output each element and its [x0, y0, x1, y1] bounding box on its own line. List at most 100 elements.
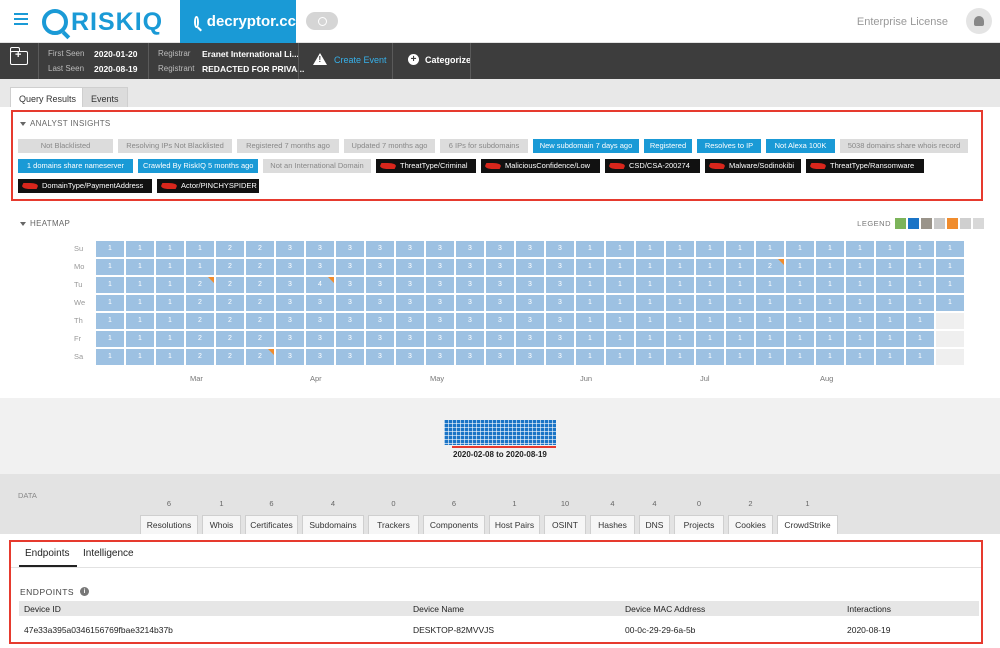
- heatmap-cell[interactable]: 3: [276, 295, 304, 311]
- heatmap-cell[interactable]: 1: [606, 313, 634, 329]
- search-tab[interactable]: decryptor.cc: [180, 0, 296, 43]
- data-tab-components[interactable]: Components: [423, 515, 485, 534]
- heatmap-cell[interactable]: 1: [126, 259, 154, 275]
- heatmap-cell[interactable]: 1: [696, 349, 724, 365]
- heatmap-cell[interactable]: 1: [906, 295, 934, 311]
- heatmap-cell[interactable]: 3: [486, 349, 514, 365]
- heatmap-cell[interactable]: 1: [156, 295, 184, 311]
- heatmap-cell[interactable]: 1: [786, 259, 814, 275]
- heatmap-cell[interactable]: 3: [276, 349, 304, 365]
- heatmap-cell[interactable]: 3: [456, 277, 484, 293]
- heatmap-cell[interactable]: 3: [396, 331, 424, 347]
- data-tab-hashes[interactable]: Hashes: [590, 515, 635, 534]
- column-header-device-id[interactable]: Device ID: [24, 604, 61, 614]
- heatmap-cell[interactable]: 1: [606, 277, 634, 293]
- heatmap-cell[interactable]: 1: [906, 313, 934, 329]
- heatmap-cell[interactable]: 2: [216, 349, 244, 365]
- timeline-minimap[interactable]: [444, 420, 556, 445]
- heatmap-cell[interactable]: 1: [96, 331, 124, 347]
- column-header-device-name[interactable]: Device Name: [413, 604, 464, 614]
- heatmap-cell[interactable]: 2: [186, 295, 214, 311]
- heatmap-cell[interactable]: 1: [666, 277, 694, 293]
- analyst-insights-title[interactable]: ANALYST INSIGHTS: [20, 119, 111, 128]
- heatmap-cell[interactable]: 3: [486, 331, 514, 347]
- heatmap-cell[interactable]: 3: [546, 313, 574, 329]
- column-header-mac-address[interactable]: Device MAC Address: [625, 604, 705, 614]
- heatmap-cell[interactable]: 1: [126, 277, 154, 293]
- heatmap-cell[interactable]: 1: [726, 259, 754, 275]
- heatmap-cell[interactable]: 3: [486, 295, 514, 311]
- heatmap-cell[interactable]: 1: [696, 277, 724, 293]
- insight-chip[interactable]: CSD/CSA-200274: [605, 159, 700, 173]
- menu-icon[interactable]: [14, 13, 28, 25]
- heatmap-cell[interactable]: 2: [216, 241, 244, 257]
- heatmap-cell[interactable]: 1: [726, 349, 754, 365]
- heatmap-cell[interactable]: 3: [336, 241, 364, 257]
- heatmap-cell[interactable]: 1: [666, 295, 694, 311]
- insight-chip[interactable]: ThreatType/Ransomware: [806, 159, 924, 173]
- heatmap-cell[interactable]: 1: [636, 313, 664, 329]
- tab-events[interactable]: Events: [82, 87, 128, 107]
- heatmap-cell[interactable]: 1: [156, 241, 184, 257]
- heatmap-cell[interactable]: 3: [276, 241, 304, 257]
- heatmap-cell[interactable]: 3: [336, 331, 364, 347]
- heatmap-cell[interactable]: 1: [816, 295, 844, 311]
- data-tab-trackers[interactable]: Trackers: [368, 515, 419, 534]
- heatmap-cell[interactable]: 2: [186, 277, 214, 293]
- heatmap-cell[interactable]: 1: [726, 313, 754, 329]
- heatmap-cell[interactable]: 1: [96, 259, 124, 275]
- heatmap-cell[interactable]: 1: [876, 313, 904, 329]
- heatmap-cell[interactable]: 3: [336, 313, 364, 329]
- heatmap-cell[interactable]: 1: [636, 295, 664, 311]
- heatmap-cell[interactable]: 1: [126, 349, 154, 365]
- heatmap-cell[interactable]: 3: [396, 259, 424, 275]
- history-button[interactable]: [306, 12, 338, 30]
- heatmap-cell[interactable]: 1: [666, 313, 694, 329]
- data-tab-subdomains[interactable]: Subdomains: [302, 515, 364, 534]
- heatmap-cell[interactable]: 2: [246, 277, 274, 293]
- heatmap-cell[interactable]: 2: [246, 331, 274, 347]
- heatmap-cell[interactable]: 3: [426, 277, 454, 293]
- heatmap-cell[interactable]: 1: [96, 349, 124, 365]
- heatmap-cell[interactable]: 3: [396, 241, 424, 257]
- subtab-endpoints[interactable]: Endpoints: [25, 548, 69, 559]
- heatmap-cell[interactable]: 1: [816, 259, 844, 275]
- heatmap-cell[interactable]: 3: [516, 295, 544, 311]
- heatmap-cell[interactable]: 3: [516, 259, 544, 275]
- heatmap-cell[interactable]: 1: [876, 259, 904, 275]
- heatmap-cell[interactable]: 1: [696, 241, 724, 257]
- heatmap-cell[interactable]: 1: [606, 331, 634, 347]
- heatmap-cell[interactable]: 3: [336, 295, 364, 311]
- heatmap-cell[interactable]: 1: [846, 295, 874, 311]
- heatmap-cell[interactable]: 3: [456, 241, 484, 257]
- heatmap-cell[interactable]: 3: [516, 349, 544, 365]
- heatmap-cell[interactable]: 1: [906, 331, 934, 347]
- heatmap-cell[interactable]: 3: [306, 241, 334, 257]
- heatmap-cell[interactable]: 3: [306, 259, 334, 275]
- heatmap-cell[interactable]: 1: [636, 331, 664, 347]
- heatmap-cell[interactable]: 1: [936, 259, 964, 275]
- heatmap-cell[interactable]: 1: [816, 313, 844, 329]
- data-tab-projects[interactable]: Projects: [674, 515, 724, 534]
- heatmap-cell[interactable]: 2: [216, 331, 244, 347]
- heatmap-cell[interactable]: 1: [846, 241, 874, 257]
- heatmap-cell[interactable]: 1: [756, 349, 784, 365]
- heatmap-cell[interactable]: 1: [156, 277, 184, 293]
- heatmap-cell[interactable]: 3: [336, 259, 364, 275]
- heatmap-cell[interactable]: 1: [876, 349, 904, 365]
- heatmap-cell[interactable]: 1: [576, 295, 604, 311]
- heatmap-cell[interactable]: 1: [96, 277, 124, 293]
- heatmap-cell[interactable]: 1: [936, 241, 964, 257]
- heatmap-cell[interactable]: 1: [666, 331, 694, 347]
- heatmap-cell[interactable]: 2: [756, 259, 784, 275]
- heatmap-cell[interactable]: 1: [816, 277, 844, 293]
- add-to-project-icon[interactable]: [9, 47, 28, 65]
- heatmap-cell[interactable]: 1: [126, 331, 154, 347]
- heatmap-cell[interactable]: 1: [576, 259, 604, 275]
- heatmap-cell[interactable]: 1: [96, 241, 124, 257]
- heatmap-cell[interactable]: 1: [696, 313, 724, 329]
- heatmap-cell[interactable]: 3: [456, 259, 484, 275]
- heatmap-cell[interactable]: 3: [366, 313, 394, 329]
- heatmap-cell[interactable]: 1: [606, 349, 634, 365]
- categorize-button[interactable]: Categorize: [425, 55, 471, 65]
